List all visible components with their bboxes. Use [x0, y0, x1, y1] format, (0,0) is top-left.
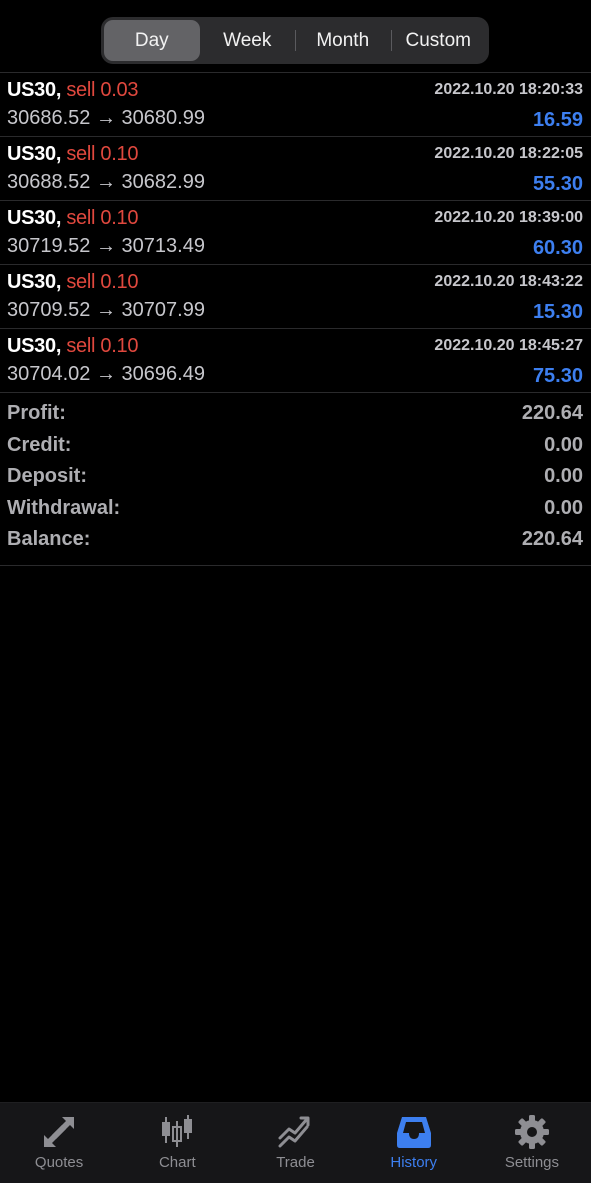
summary-row-profit: Profit: 220.64 — [0, 400, 591, 432]
deal-symbol-line: US30, sell 0.10 — [7, 207, 138, 230]
period-tab-custom[interactable]: Custom — [390, 20, 487, 61]
deal-time: 2022.10.20 18:20:33 — [434, 81, 583, 98]
period-tab-month[interactable]: Month — [295, 20, 391, 61]
deal-symbol: US30, — [7, 143, 62, 165]
deal-side-volume: sell 0.03 — [66, 79, 139, 101]
summary-label: Deposit: — [7, 465, 87, 487]
history-inbox-icon — [396, 1117, 431, 1148]
quotes-arrows-icon — [44, 1117, 75, 1147]
deal-profit: 60.30 — [532, 237, 583, 259]
tab-label: Chart — [158, 1154, 196, 1171]
summary-label: Credit: — [7, 433, 72, 456]
deal-symbol: US30, — [7, 271, 62, 293]
summary-label: Balance: — [7, 528, 91, 550]
deal-profit: 15.30 — [532, 301, 583, 323]
deal-prices: 30709.52 → 30707.99 — [7, 299, 205, 321]
deal-side-volume: sell 0.10 — [66, 271, 139, 293]
tab-chart[interactable]: Chart — [118, 1103, 236, 1183]
summary-value: 220.64 — [521, 528, 583, 550]
deal-row[interactable]: US30, sell 0.03 2022.10.20 18:20:33 3068… — [0, 73, 591, 137]
tab-label: Trade — [276, 1154, 315, 1171]
deal-side-volume: sell 0.10 — [66, 143, 139, 165]
deal-profit: 16.59 — [532, 109, 583, 131]
deal-prices: 30686.52 → 30680.99 — [7, 107, 205, 129]
deal-symbol: US30, — [7, 335, 62, 357]
summary-value: 0.00 — [544, 465, 583, 487]
deal-row[interactable]: US30, sell 0.10 2022.10.20 18:39:00 3071… — [0, 201, 591, 265]
deal-row[interactable]: US30, sell 0.10 2022.10.20 18:43:22 3070… — [0, 265, 591, 329]
tab-settings[interactable]: Settings — [473, 1103, 591, 1183]
deal-prices: 30719.52 → 30713.49 — [7, 235, 205, 257]
summary-bottom-divider — [0, 565, 591, 566]
deal-symbol: US30, — [7, 207, 62, 229]
summary-value: 0.00 — [544, 496, 583, 519]
tab-quotes[interactable]: Quotes — [0, 1103, 118, 1183]
summary-row-credit: Credit: 0.00 — [0, 432, 591, 464]
candlestick-chart-icon — [162, 1115, 193, 1147]
deal-time: 2022.10.20 18:45:27 — [434, 337, 583, 354]
summary-label: Withdrawal: — [7, 496, 121, 519]
gear-icon — [514, 1115, 549, 1149]
deal-symbol: US30, — [7, 79, 62, 101]
deal-symbol-line: US30, sell 0.10 — [7, 335, 138, 358]
summary-value: 220.64 — [521, 402, 583, 424]
deal-side-volume: sell 0.10 — [66, 207, 139, 229]
summary-row-withdrawal: Withdrawal: 0.00 — [0, 495, 591, 527]
deal-row[interactable]: US30, sell 0.10 2022.10.20 18:45:27 3070… — [0, 329, 591, 393]
bottom-tab-bar: Quotes Chart Trade History Settings — [0, 1102, 591, 1183]
tab-history[interactable]: History — [355, 1103, 473, 1183]
tab-label: History — [390, 1154, 438, 1171]
tab-trade[interactable]: Trade — [236, 1103, 354, 1183]
period-tab-week[interactable]: Week — [200, 20, 296, 61]
deal-profit: 55.30 — [532, 173, 583, 195]
period-segmented-control: Day Week Month Custom — [101, 17, 489, 64]
deal-profit: 75.30 — [532, 365, 583, 387]
deal-side-volume: sell 0.10 — [66, 335, 139, 357]
tab-label: Settings — [504, 1154, 560, 1171]
trade-trend-icon — [278, 1116, 309, 1148]
deals-list: US30, sell 0.03 2022.10.20 18:20:33 3068… — [0, 73, 591, 393]
deal-symbol-line: US30, sell 0.10 — [7, 143, 138, 166]
summary-label: Profit: — [7, 402, 66, 424]
deal-time: 2022.10.20 18:43:22 — [434, 273, 583, 290]
deal-row[interactable]: US30, sell 0.10 2022.10.20 18:22:05 3068… — [0, 137, 591, 201]
deal-prices: 30704.02 → 30696.49 — [7, 363, 205, 385]
deal-symbol-line: US30, sell 0.10 — [7, 271, 138, 294]
tab-label: Quotes — [34, 1154, 84, 1171]
account-summary: Profit: 220.64 Credit: 0.00 Deposit: 0.0… — [0, 400, 591, 558]
deal-symbol-line: US30, sell 0.03 — [7, 79, 138, 102]
deal-time: 2022.10.20 18:22:05 — [434, 145, 583, 162]
deal-time: 2022.10.20 18:39:00 — [434, 209, 583, 226]
summary-row-balance: Balance: 220.64 — [0, 526, 591, 558]
period-tab-day[interactable]: Day — [104, 20, 200, 61]
deal-prices: 30688.52 → 30682.99 — [7, 171, 205, 193]
summary-row-deposit: Deposit: 0.00 — [0, 463, 591, 495]
summary-value: 0.00 — [544, 433, 583, 456]
